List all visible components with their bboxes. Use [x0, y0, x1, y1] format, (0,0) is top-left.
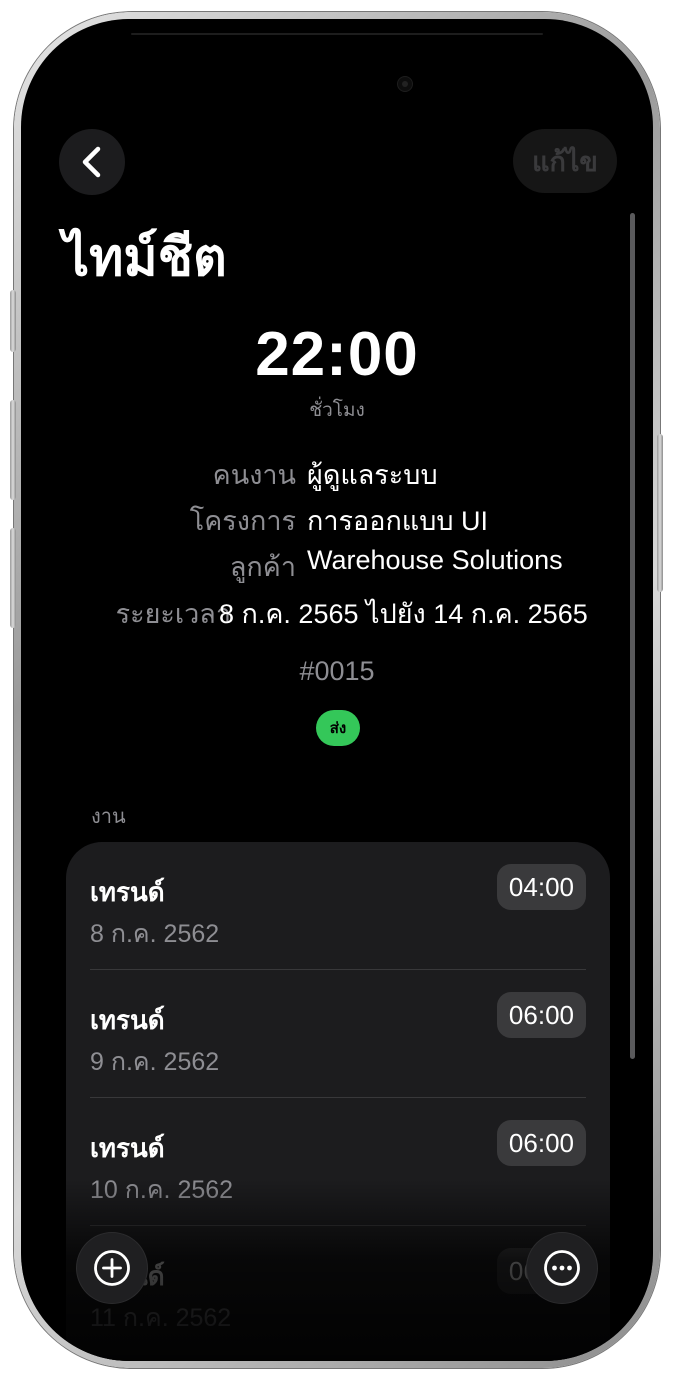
list-item[interactable]: เทรนด์ 8 ก.ค. 2562 04:00 [66, 842, 610, 970]
volume-down-button [10, 528, 16, 628]
list-item[interactable]: เทรนด์ 9 ก.ค. 2562 06:00 [66, 970, 610, 1098]
hours-unit-label: ชั่วโมง [309, 400, 365, 421]
plus-circle-icon [94, 1250, 130, 1286]
project-label: โครงการ [189, 506, 296, 536]
task-hours-badge: 06:00 [496, 992, 586, 1038]
task-date: 10 ก.ค. 2562 [90, 1176, 234, 1204]
period-value: 8 ก.ค. 2565 ไปยัง 14 ก.ค. 2565 [219, 599, 588, 629]
worker-label: คนงาน [212, 460, 296, 490]
info-row-worker: คนงาน ผู้ดูแลระบบ [21, 453, 653, 493]
chevron-left-icon [82, 146, 101, 178]
edit-button[interactable]: แก้ไข [513, 129, 617, 193]
timesheet-number: #0015 [299, 656, 375, 686]
task-title: เทรนด์ [90, 1133, 165, 1163]
task-hours-badge: 04:00 [496, 864, 586, 910]
action-button [10, 290, 16, 352]
app-screen: แก้ไข ไทม์ชีต 22:00 ชั่วโมง คนงาน ผู้ดูแ… [21, 19, 653, 1361]
status-badge: ส่ง [316, 710, 360, 746]
project-value: การออกแบบ UI [307, 506, 488, 536]
back-button[interactable] [59, 129, 125, 195]
more-button[interactable] [527, 1233, 597, 1303]
task-hours-badge: 06:00 [496, 1120, 586, 1166]
client-label: ลูกค้า [229, 552, 296, 582]
power-button [657, 434, 663, 592]
client-value: Warehouse Solutions [307, 545, 563, 575]
task-date: 8 ก.ค. 2562 [90, 920, 220, 948]
page-title: ไทม์ชีต [63, 229, 227, 287]
task-title: เทรนด์ [90, 1005, 165, 1035]
total-hours: 22:00 [255, 320, 419, 389]
screen-top-edge [131, 33, 543, 35]
list-item[interactable]: เทรนด์ 11 ก.ค. 2562 06:00 [66, 1226, 610, 1354]
info-row-project: โครงการ การออกแบบ UI [21, 499, 653, 539]
front-camera [397, 76, 413, 92]
tasks-section-label: งาน [91, 806, 126, 828]
task-date: 9 ก.ค. 2562 [90, 1048, 220, 1076]
task-title: เทรนด์ [90, 877, 165, 907]
worker-value: ผู้ดูแลระบบ [307, 460, 438, 490]
list-item[interactable]: เทรนด์ 10 ก.ค. 2562 06:00 [66, 1098, 610, 1226]
period-label: ระยะเวลา [115, 599, 231, 629]
tasks-list: เทรนด์ 8 ก.ค. 2562 04:00 เทรนด์ 9 ก.ค. 2… [66, 842, 610, 1361]
info-row-period: ระยะเวลา 8 ก.ค. 2565 ไปยัง 14 ก.ค. 2565 [21, 592, 653, 632]
info-row-client: ลูกค้า Warehouse Solutions [21, 545, 653, 585]
ellipsis-circle-icon [544, 1250, 580, 1286]
add-button[interactable] [77, 1233, 147, 1303]
volume-up-button [10, 400, 16, 500]
task-date: 11 ก.ค. 2562 [90, 1304, 232, 1332]
